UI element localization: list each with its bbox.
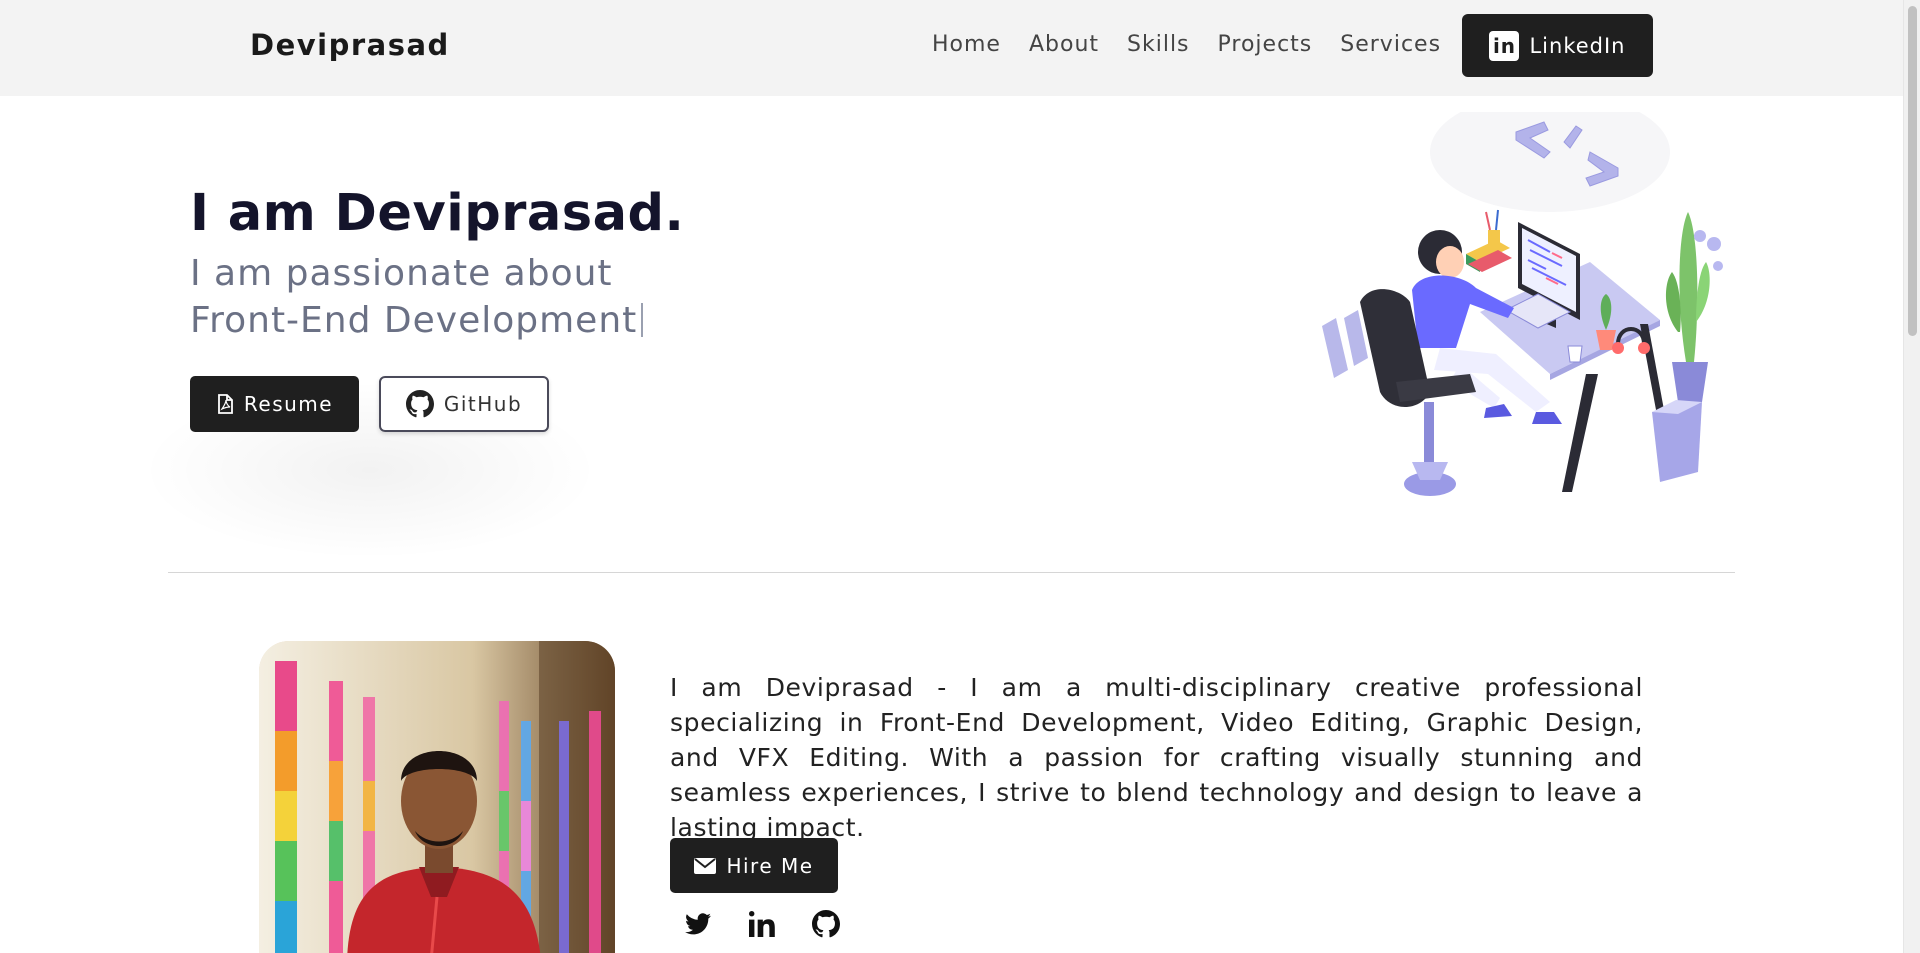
linkedin-icon[interactable]	[748, 910, 776, 938]
hire-me-button-label: Hire Me	[726, 853, 814, 878]
scrollbar-thumb[interactable]	[1908, 6, 1917, 336]
about-paragraph: I am Deviprasad - I am a multi-disciplin…	[670, 673, 1643, 842]
linkedin-icon: in	[1489, 30, 1520, 61]
hero-title: I am Deviprasad.	[190, 184, 685, 243]
nav-about[interactable]: About	[1029, 32, 1099, 57]
nav-projects[interactable]: Projects	[1218, 32, 1313, 57]
nav-services[interactable]: Services	[1340, 32, 1441, 57]
social-links	[684, 910, 840, 938]
linkedin-button-label: LinkedIn	[1529, 33, 1626, 58]
hero-subtitle-line2: Front-End Development	[190, 300, 638, 341]
hero-subtitle-line1: I am passionate about	[190, 253, 613, 294]
profile-photo	[259, 641, 615, 953]
github-icon[interactable]	[812, 910, 840, 938]
github-icon	[405, 390, 434, 418]
typing-cursor	[641, 303, 644, 337]
envelope-icon	[694, 857, 717, 874]
hero-subtitle: I am passionate about Front-End Developm…	[190, 250, 644, 344]
nav-home[interactable]: Home	[932, 32, 1001, 57]
hire-me-button[interactable]: Hire Me	[670, 838, 838, 893]
hero-subtitle-line2-wrap: Front-End Development	[190, 297, 644, 344]
linkedin-button[interactable]: in LinkedIn	[1462, 14, 1653, 77]
resume-button[interactable]: Resume	[190, 376, 359, 432]
section-divider	[168, 572, 1735, 573]
resume-button-label: Resume	[243, 392, 334, 416]
profile-photo-art	[259, 641, 615, 953]
nav-skills[interactable]: Skills	[1127, 32, 1190, 57]
navbar: Deviprasad Home About Skills Projects Se…	[0, 0, 1903, 96]
nav-links: Home About Skills Projects Services	[932, 32, 1441, 57]
developer-illustration	[1322, 112, 1723, 496]
pdf-file-icon	[218, 394, 233, 414]
page-scrollbar[interactable]	[1903, 0, 1920, 953]
brand-logo[interactable]: Deviprasad	[250, 28, 450, 62]
github-button[interactable]: GitHub	[379, 376, 549, 432]
github-button-label: GitHub	[443, 392, 523, 416]
twitter-icon[interactable]	[684, 910, 712, 938]
